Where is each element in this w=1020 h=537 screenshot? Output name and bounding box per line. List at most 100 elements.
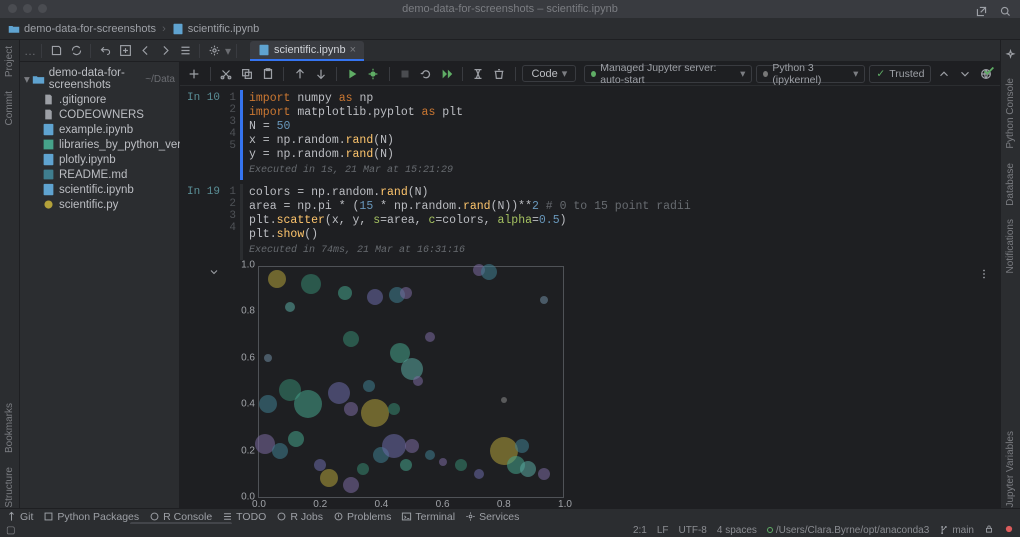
x-tick: 0.8 bbox=[497, 499, 511, 508]
notebook-toolbar: Code ▾ Managed Jupyter server: auto-star… bbox=[180, 62, 1000, 86]
back-icon[interactable] bbox=[136, 42, 154, 60]
stop-icon[interactable] bbox=[396, 64, 413, 84]
data-point bbox=[455, 459, 467, 471]
close-tab-icon[interactable]: × bbox=[350, 44, 356, 56]
git-tool[interactable]: Git bbox=[6, 511, 33, 523]
x-tick: 0.2 bbox=[313, 499, 327, 508]
ai-icon[interactable] bbox=[1002, 46, 1020, 64]
notebook-icon bbox=[258, 44, 270, 56]
tree-item[interactable]: .gitignore bbox=[20, 92, 179, 107]
notifications-tool[interactable]: Notifications bbox=[1005, 219, 1016, 273]
breadcrumb-file[interactable]: scientific.ipynb bbox=[188, 23, 260, 35]
project-tree[interactable]: ▾ demo-data-for-screenshots ~/Data .giti… bbox=[20, 62, 180, 508]
move-down-icon[interactable] bbox=[312, 64, 329, 84]
project-tool[interactable]: Project bbox=[4, 46, 15, 77]
tree-item[interactable]: plotly.ipynb bbox=[20, 152, 179, 167]
file-icon bbox=[42, 168, 55, 181]
close-dot[interactable] bbox=[8, 4, 17, 13]
lock-icon[interactable] bbox=[984, 524, 994, 537]
jupyter-variables-tool[interactable]: Jupyter Variables bbox=[1005, 431, 1016, 508]
data-point bbox=[264, 354, 272, 362]
variables-icon[interactable] bbox=[470, 64, 487, 84]
error-indicator-icon[interactable] bbox=[1004, 524, 1014, 537]
line-sep[interactable]: LF bbox=[657, 525, 669, 536]
open-external-icon[interactable] bbox=[972, 2, 990, 20]
list-icon[interactable] bbox=[176, 42, 194, 60]
code-cell[interactable]: In 191234colors = np.random.rand(N)area … bbox=[180, 180, 1000, 260]
bookmarks-tool[interactable]: Bookmarks bbox=[4, 403, 15, 453]
database-tool[interactable]: Database bbox=[1005, 163, 1016, 206]
editor-tab[interactable]: scientific.ipynb × bbox=[250, 41, 364, 61]
trusted-pill[interactable]: ✓Trusted bbox=[869, 65, 931, 83]
collapse-up-icon[interactable] bbox=[935, 64, 952, 84]
cell-type-select[interactable]: Code ▾ bbox=[522, 65, 576, 82]
breadcrumb-project[interactable]: demo-data-for-screenshots bbox=[24, 23, 156, 35]
todo-tool[interactable]: TODO bbox=[222, 511, 266, 523]
terminal-tool[interactable]: Terminal bbox=[401, 511, 455, 523]
data-point bbox=[520, 461, 536, 477]
r-console-tool[interactable]: R Console bbox=[149, 511, 212, 523]
cut-icon[interactable] bbox=[218, 64, 235, 84]
commit-tool[interactable]: Commit bbox=[4, 91, 15, 125]
y-tick: 0.2 bbox=[241, 445, 255, 456]
window-controls[interactable] bbox=[8, 4, 47, 13]
add-cell-icon[interactable] bbox=[186, 64, 203, 84]
data-point bbox=[413, 376, 423, 386]
add-frame-icon[interactable] bbox=[116, 42, 134, 60]
tree-item[interactable]: example.ipynb bbox=[20, 122, 179, 137]
jupyter-server-pill[interactable]: Managed Jupyter server: auto-start▾ bbox=[584, 65, 752, 83]
collapse-output-icon[interactable] bbox=[208, 266, 220, 278]
copy-icon[interactable] bbox=[239, 64, 256, 84]
sync-icon[interactable] bbox=[67, 42, 85, 60]
y-tick: 1.0 bbox=[241, 260, 255, 271]
python-console-tool[interactable]: Python Console bbox=[1005, 78, 1016, 149]
indent[interactable]: 4 spaces bbox=[717, 525, 757, 536]
file-icon bbox=[42, 183, 55, 196]
tree-item[interactable]: scientific.ipynb bbox=[20, 182, 179, 197]
tree-item[interactable]: libraries_by_python_version.csv bbox=[20, 137, 179, 152]
save-all-icon[interactable] bbox=[47, 42, 65, 60]
cell-more-icon[interactable] bbox=[974, 264, 994, 284]
python-packages-tool[interactable]: Python Packages bbox=[43, 511, 139, 523]
debug-cell-icon[interactable] bbox=[365, 64, 382, 84]
tree-root[interactable]: ▾ demo-data-for-screenshots ~/Data bbox=[20, 66, 179, 92]
file-icon bbox=[42, 108, 55, 121]
encoding[interactable]: UTF-8 bbox=[679, 525, 707, 536]
tree-item[interactable]: CODEOWNERS bbox=[20, 107, 179, 122]
r-jobs-tool[interactable]: R Jobs bbox=[276, 511, 323, 523]
kernel-pill[interactable]: Python 3 (ipykernel)▾ bbox=[756, 65, 865, 83]
services-tool[interactable]: Services bbox=[465, 511, 519, 523]
restart-icon[interactable] bbox=[417, 64, 434, 84]
data-point bbox=[294, 390, 322, 418]
status-box-icon[interactable]: ▢ bbox=[6, 525, 15, 536]
data-point bbox=[343, 331, 359, 347]
structure-tool[interactable]: Structure bbox=[4, 467, 15, 508]
interpreter[interactable]: /Users/Clara.Byrne/opt/anaconda3 bbox=[767, 525, 929, 536]
data-point bbox=[367, 289, 383, 305]
data-point bbox=[474, 469, 484, 479]
run-cell-icon[interactable] bbox=[344, 64, 361, 84]
delete-icon[interactable] bbox=[491, 64, 508, 84]
maximize-dot[interactable] bbox=[38, 4, 47, 13]
minimize-dot[interactable] bbox=[23, 4, 32, 13]
tree-item[interactable]: scientific.py bbox=[20, 197, 179, 212]
caret-position[interactable]: 2:1 bbox=[633, 525, 647, 536]
problems-tool[interactable]: Problems bbox=[333, 511, 391, 523]
x-tick: 0.6 bbox=[436, 499, 450, 508]
code-cell[interactable]: In 1012345import numpy as npimport matpl… bbox=[180, 86, 1000, 180]
git-branch[interactable]: main bbox=[939, 525, 974, 536]
undo-icon[interactable] bbox=[96, 42, 114, 60]
move-up-icon[interactable] bbox=[291, 64, 308, 84]
paste-icon[interactable] bbox=[259, 64, 276, 84]
status-bar: ▢ 2:1 LF UTF-8 4 spaces /Users/Clara.Byr… bbox=[0, 524, 1020, 536]
settings-dropdown-icon[interactable] bbox=[205, 42, 223, 60]
collapse-down-icon[interactable] bbox=[956, 64, 973, 84]
data-point bbox=[301, 274, 321, 294]
data-point bbox=[388, 403, 400, 415]
data-point bbox=[363, 380, 375, 392]
search-icon[interactable] bbox=[996, 2, 1014, 20]
tree-item[interactable]: README.md bbox=[20, 167, 179, 182]
run-all-icon[interactable] bbox=[438, 64, 455, 84]
notebook-icon bbox=[172, 23, 184, 35]
forward-icon[interactable] bbox=[156, 42, 174, 60]
